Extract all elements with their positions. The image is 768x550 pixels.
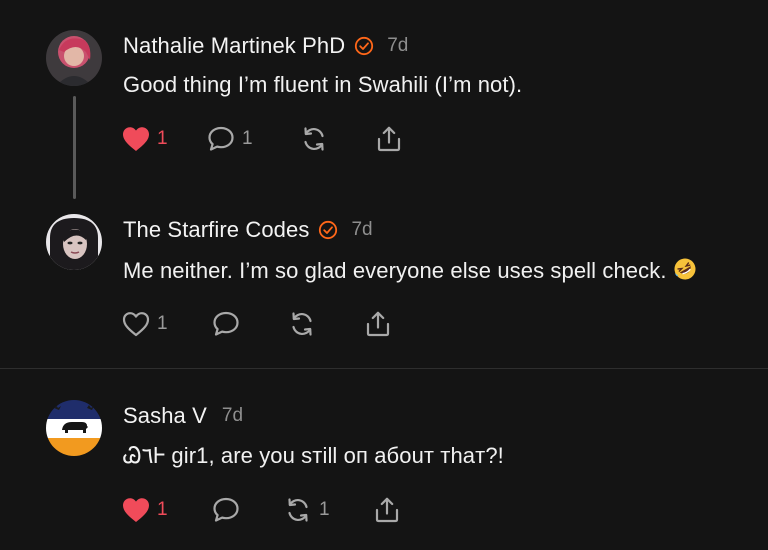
reply-button[interactable] [211, 308, 247, 340]
restack-icon [283, 495, 313, 525]
like-count: 1 [157, 499, 168, 520]
reply-icon [211, 495, 241, 525]
rolling-on-floor-laughing-emoji [673, 257, 697, 287]
comment-text-row: Me neither. I’m so glad everyone else us… [123, 257, 697, 287]
comment-header: The Starfire Codes 7d [123, 217, 373, 243]
like-count: 1 [157, 313, 168, 334]
verified-check-icon [354, 36, 374, 56]
reply-icon [206, 124, 236, 154]
share-icon [363, 309, 393, 339]
author-name[interactable]: The Starfire Codes [123, 217, 309, 243]
timestamp[interactable]: 7d [222, 405, 243, 427]
share-icon [374, 124, 404, 154]
comment-text: Good thing I’m fluent in Swahili (I’m no… [123, 72, 523, 97]
comment-text: Me neither. I’m so glad everyone else us… [123, 258, 667, 283]
restack-button[interactable] [299, 123, 335, 155]
divider [0, 368, 768, 369]
heart-filled-icon [121, 125, 151, 153]
share-button[interactable] [372, 494, 402, 526]
heart-filled-icon [121, 496, 151, 524]
author-name[interactable]: Sasha V [123, 403, 207, 429]
heart-outline-icon [121, 310, 151, 338]
like-count: 1 [157, 128, 168, 149]
reply-button[interactable]: 1 [206, 123, 253, 155]
restack-button[interactable] [287, 308, 323, 340]
share-button[interactable] [363, 308, 393, 340]
avatar[interactable] [46, 400, 102, 456]
share-button[interactable] [374, 123, 404, 155]
avatar[interactable] [46, 214, 102, 270]
restack-icon [299, 124, 329, 154]
like-button[interactable]: 1 [121, 494, 168, 526]
share-icon [372, 495, 402, 525]
thread-line [73, 96, 76, 199]
like-button[interactable]: 1 [121, 308, 168, 340]
author-name[interactable]: Nathalie Martinek PhD [123, 33, 345, 59]
reply-count: 1 [242, 128, 253, 149]
comment-header: Nathalie Martinek PhD 7d [123, 33, 408, 59]
comment-header: Sasha V 7d [123, 403, 243, 429]
like-button[interactable]: 1 [121, 123, 168, 155]
restack-count: 1 [319, 499, 330, 520]
verified-check-icon [318, 220, 338, 240]
reply-icon [211, 309, 241, 339]
restack-button[interactable]: 1 [283, 494, 330, 526]
comment-text: Ꮚ٦Ꮀ gir1, are you sтill oп aбouт тhaт?! [123, 443, 504, 468]
restack-icon [287, 309, 317, 339]
timestamp[interactable]: 7d [351, 219, 372, 241]
reply-button[interactable] [211, 494, 247, 526]
avatar[interactable] [46, 30, 102, 86]
timestamp[interactable]: 7d [387, 35, 408, 57]
